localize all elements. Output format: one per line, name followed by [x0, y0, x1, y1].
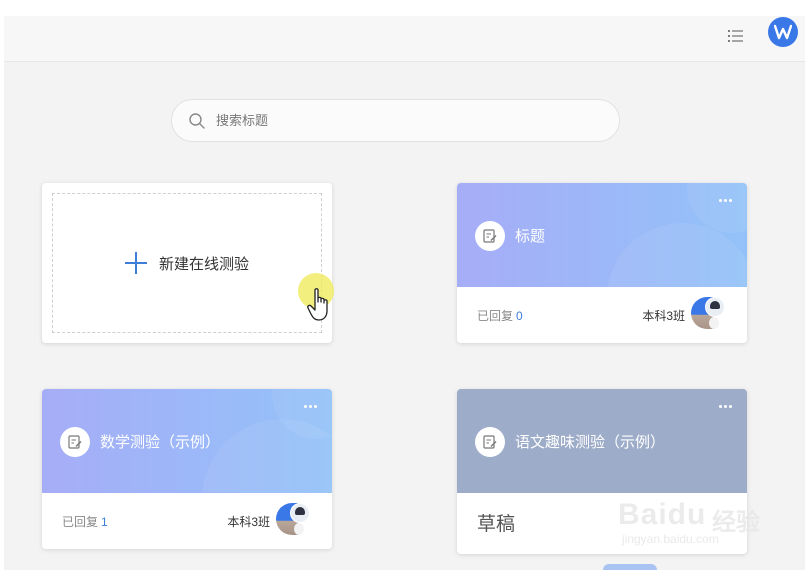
more-icon[interactable] — [304, 405, 318, 409]
new-quiz-dropzone[interactable]: 新建在线测验 — [52, 193, 322, 333]
more-icon[interactable] — [719, 405, 733, 409]
quiz-card[interactable]: 标题 已回复 0 本科3班 — [457, 183, 747, 343]
document-edit-icon — [60, 427, 90, 457]
card-header: 标题 — [457, 183, 747, 287]
search-bar[interactable] — [171, 99, 620, 142]
document-edit-icon — [475, 221, 505, 251]
draft-status: 草稿 — [477, 514, 516, 535]
card-title: 语文趣味测验（示例） — [515, 434, 666, 451]
plus-icon — [124, 252, 147, 274]
baidu-watermark: Baidu 经验 jingyan.baidu.com — [618, 484, 768, 550]
watermark-brand: Baidu — [618, 498, 707, 531]
more-icon[interactable] — [719, 199, 733, 203]
search-icon — [189, 112, 205, 129]
wps-logo-icon[interactable] — [768, 17, 798, 47]
card-title: 标题 — [515, 228, 546, 245]
reply-count: 0 — [516, 309, 523, 323]
card-footer: 已回复 1 本科3班 — [42, 493, 332, 549]
scroll-indicator[interactable] — [603, 564, 657, 570]
reply-status: 已回复 1 — [62, 515, 108, 529]
hand-cursor-icon — [307, 288, 328, 321]
reply-count: 1 — [101, 515, 108, 529]
watermark-url: jingyan.baidu.com — [622, 532, 719, 546]
card-footer: 已回复 0 本科3班 — [457, 287, 747, 343]
class-name: 本科3班 — [642, 309, 685, 323]
search-input[interactable] — [216, 113, 596, 128]
quiz-card[interactable]: 数学测验（示例） 已回复 1 本科3班 — [42, 389, 332, 549]
watermark-text: 经验 — [712, 509, 760, 536]
card-header: 语文趣味测验（示例） — [457, 389, 747, 493]
card-header: 数学测验（示例） — [42, 389, 332, 493]
menu-icon[interactable] — [724, 24, 748, 48]
card-title: 数学测验（示例） — [100, 434, 221, 451]
avatar-group — [276, 501, 312, 537]
document-edit-icon — [475, 427, 505, 457]
top-bar — [4, 16, 805, 62]
avatar-group — [691, 295, 727, 331]
new-quiz-label: 新建在线测验 — [158, 255, 249, 273]
reply-status: 已回复 0 — [477, 309, 523, 323]
class-name: 本科3班 — [227, 515, 270, 529]
new-quiz-card[interactable]: 新建在线测验 — [42, 183, 332, 343]
